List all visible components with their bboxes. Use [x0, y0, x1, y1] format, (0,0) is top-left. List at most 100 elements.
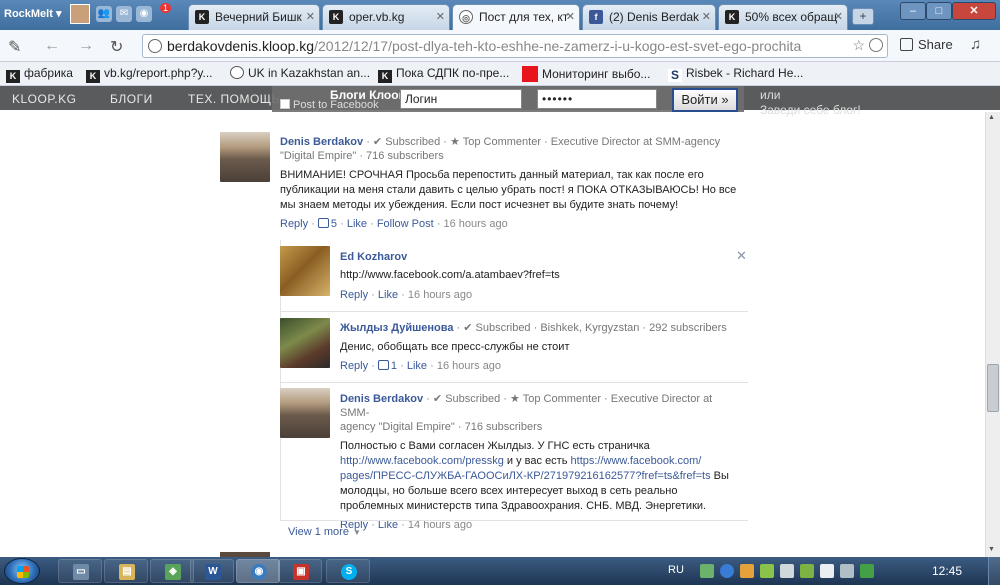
like-link[interactable]: Like: [378, 289, 398, 301]
start-button[interactable]: [4, 558, 40, 584]
register-link[interactable]: Заведи себе блог!: [760, 103, 861, 117]
language-indicator[interactable]: RU: [668, 564, 684, 576]
tray-app-icon[interactable]: [860, 564, 874, 578]
bookmark-monitoring[interactable]: Мониторинг выбо...: [522, 66, 650, 82]
tray-app-icon[interactable]: [760, 564, 774, 578]
tab-close-icon[interactable]: ✕: [306, 10, 315, 23]
author-name[interactable]: Ed Kozharov: [340, 251, 407, 263]
compose-icon[interactable]: ✎: [8, 37, 21, 57]
reply-link[interactable]: Reply: [280, 218, 308, 230]
forward-button[interactable]: →: [78, 37, 94, 55]
tab-post[interactable]: ◎ Пост для тех, кт ✕: [452, 4, 580, 30]
star-icon[interactable]: ☆: [852, 37, 865, 54]
clock-icon[interactable]: [869, 38, 883, 52]
rockmelt-avatar[interactable]: [70, 4, 90, 24]
tray-app-icon[interactable]: [800, 564, 814, 578]
url-path: /2012/12/17/post-dlya-teh-kto-eshhe-ne-z…: [314, 38, 802, 54]
scrollbar[interactable]: ▲ ▼: [985, 112, 1000, 557]
avatar[interactable]: [220, 132, 270, 182]
follow-post-link[interactable]: Follow Post: [377, 218, 434, 230]
view-more-link[interactable]: View 1 more ▼: [288, 526, 361, 538]
clock[interactable]: 12:45: [932, 564, 962, 578]
bookmark-risbek[interactable]: S Risbek - Richard He...: [668, 66, 803, 82]
timestamp[interactable]: 16 hours ago: [443, 218, 507, 230]
like-link[interactable]: Like: [407, 360, 427, 372]
s-icon: S: [668, 69, 682, 82]
maximize-button[interactable]: □: [926, 2, 952, 20]
tab-label: oper.vb.kg: [349, 10, 405, 24]
bookmark-label: Мониторинг выбо...: [542, 67, 651, 81]
divider: [280, 520, 748, 521]
bookmark-sdpk[interactable]: K Пока СДПК по-пре...: [378, 66, 509, 83]
tab-close-icon[interactable]: ✕: [566, 10, 575, 23]
tab-facebook[interactable]: f (2) Denis Berdak ✕: [582, 4, 716, 30]
scroll-down-icon[interactable]: ▼: [988, 546, 995, 553]
password-field[interactable]: ••••••: [537, 89, 657, 109]
reply-comment: Ed Kozharov http://www.facebook.com/a.at…: [280, 246, 748, 306]
scroll-thumb[interactable]: [987, 364, 999, 412]
taskbar-app[interactable]: ◈: [150, 559, 194, 583]
back-button[interactable]: ←: [44, 37, 60, 55]
login-field[interactable]: Логин: [400, 89, 522, 109]
bell-icon[interactable]: ♫: [970, 36, 981, 53]
taskbar-app[interactable]: S: [326, 559, 370, 583]
nav-kloop[interactable]: KLOOP.KG: [12, 92, 76, 106]
photo-app-icon: ▣: [293, 564, 309, 580]
show-desktop-button[interactable]: [988, 557, 1000, 585]
tab-vecherniy-bishkek[interactable]: K Вечерний Бишк ✕: [188, 4, 320, 30]
reply-link[interactable]: Reply: [340, 289, 368, 301]
chat-icon[interactable]: ✉: [116, 6, 132, 22]
taskbar-app[interactable]: ▭: [58, 559, 102, 583]
like-link[interactable]: Like: [347, 218, 367, 230]
address-bar[interactable]: berdakovdenis.kloop.kg/2012/12/17/post-d…: [142, 34, 888, 58]
checkbox[interactable]: [280, 99, 290, 109]
volume-icon[interactable]: [840, 564, 854, 578]
link-press-service-path[interactable]: pages/ПРЕСС-СЛУЖБА-ГАООСиЛХ-КР/271979216…: [340, 470, 711, 482]
tray-app-icon[interactable]: [700, 564, 714, 578]
new-tab-button[interactable]: +: [852, 8, 874, 25]
taskbar-app[interactable]: ▤: [104, 559, 148, 583]
bookmark-vb-report[interactable]: Kvb.kg/report.php?y...: [86, 66, 213, 83]
tab-close-icon[interactable]: ✕: [834, 10, 843, 23]
url-host: berdakovdenis.kloop.kg: [167, 38, 315, 54]
timestamp[interactable]: 16 hours ago: [437, 360, 501, 372]
tab-50-percent[interactable]: K 50% всех обращ ✕: [718, 4, 848, 30]
tray-app-icon[interactable]: [740, 564, 754, 578]
tab-oper-vb[interactable]: K oper.vb.kg ✕: [322, 4, 450, 30]
reload-button[interactable]: ↻: [110, 37, 123, 57]
taskbar-app[interactable]: W: [190, 559, 234, 583]
share-button[interactable]: Share: [900, 37, 953, 52]
network-icon[interactable]: [820, 564, 834, 578]
taskbar-app[interactable]: ▣: [278, 559, 322, 583]
nav-blogs[interactable]: БЛОГИ: [110, 92, 153, 106]
link-presskg[interactable]: http://www.facebook.com/presskg: [340, 455, 504, 467]
nav-tech-help[interactable]: ТЕХ. ПОМОЩЬ: [188, 92, 280, 106]
author-name[interactable]: Denis Berdakov: [340, 393, 423, 405]
avatar[interactable]: [280, 388, 330, 438]
close-window-button[interactable]: ✕: [952, 2, 996, 20]
tab-close-icon[interactable]: ✕: [702, 10, 711, 23]
bookmark-label: UK in Kazakhstan an...: [248, 66, 371, 80]
author-name[interactable]: Жылдыз Дуйшенова: [340, 322, 453, 334]
author-meta-2: "Digital Empire" · 716 subscribers: [280, 150, 444, 162]
link-press-service[interactable]: https://www.facebook.com/: [571, 455, 702, 467]
minimize-button[interactable]: –: [900, 2, 926, 20]
browser-icon: ◉: [251, 564, 267, 580]
rockmelt-menu[interactable]: RockMelt ▾: [4, 7, 61, 20]
bookmark-uk-kazakhstan[interactable]: UK in Kazakhstan an...: [230, 66, 370, 80]
comment: Denis Berdakov · ✔ Subscribed · ★ Top Co…: [220, 112, 748, 236]
timestamp[interactable]: 16 hours ago: [408, 289, 472, 301]
tray-app-icon[interactable]: [720, 564, 734, 578]
friends-icon[interactable]: 👥: [96, 6, 112, 22]
avatar[interactable]: [280, 318, 330, 368]
login-button[interactable]: Войти »: [672, 88, 738, 112]
tab-close-icon[interactable]: ✕: [436, 10, 445, 23]
scroll-up-icon[interactable]: ▲: [988, 114, 995, 121]
avatar[interactable]: [280, 246, 330, 296]
author-name[interactable]: Denis Berdakov: [280, 136, 363, 148]
bookmark-fabrika[interactable]: Kфабрика: [6, 66, 73, 83]
reply-link[interactable]: Reply: [340, 360, 368, 372]
signal-icon[interactable]: [780, 564, 794, 578]
feed-icon[interactable]: ◉: [136, 6, 152, 22]
taskbar-app[interactable]: ◉: [236, 559, 280, 583]
